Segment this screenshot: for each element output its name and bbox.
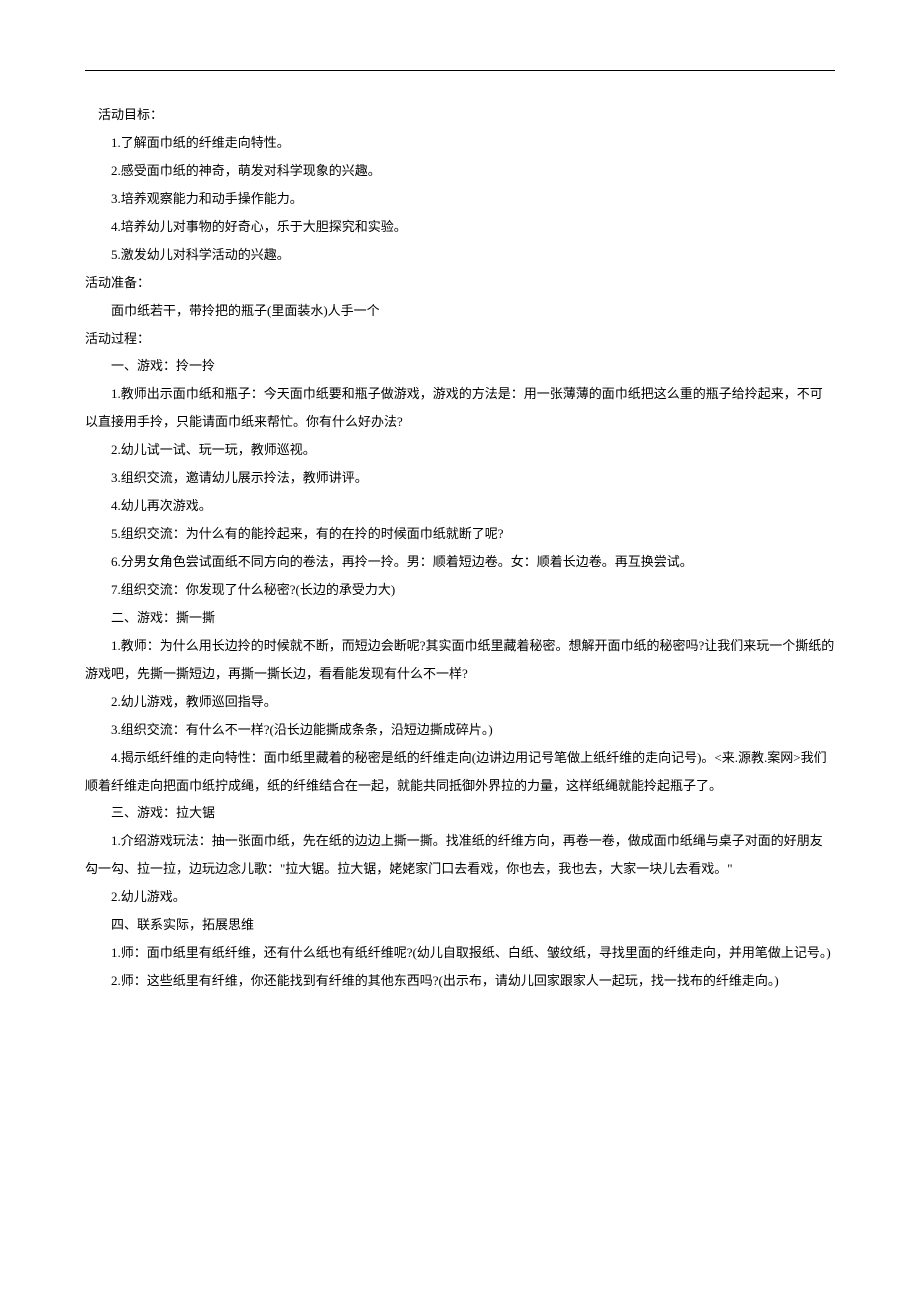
- part1-item-6: 6.分男女角色尝试面纸不同方向的卷法，再拎一拎。男：顺着短边卷。女：顺着长边卷。…: [85, 548, 835, 576]
- section2-title: 活动准备：: [85, 269, 835, 297]
- part4-item-2: 2.师：这些纸里有纤维，你还能找到有纤维的其他东西吗?(出示布，请幼儿回家跟家人…: [85, 967, 835, 995]
- part1-item-2: 2.幼儿试一试、玩一玩，教师巡视。: [85, 436, 835, 464]
- section1-title: 活动目标：: [85, 101, 835, 129]
- part2-item-3: 3.组织交流：有什么不一样?(沿长边能撕成条条，沿短边撕成碎片。): [85, 716, 835, 744]
- section2-item-1: 面巾纸若干，带拎把的瓶子(里面装水)人手一个: [85, 297, 835, 325]
- part3-item-1: 1.介绍游戏玩法：抽一张面巾纸，先在纸的边边上撕一撕。找准纸的纤维方向，再卷一卷…: [85, 827, 835, 883]
- part1-item-5: 5.组织交流：为什么有的能拎起来，有的在拎的时候面巾纸就断了呢?: [85, 520, 835, 548]
- part1-item-4: 4.幼儿再次游戏。: [85, 492, 835, 520]
- section1-item-5: 5.激发幼儿对科学活动的兴趣。: [85, 241, 835, 269]
- part3-title: 三、游戏：拉大锯: [85, 799, 835, 827]
- part2-item-2: 2.幼儿游戏，教师巡回指导。: [85, 688, 835, 716]
- section1-item-1: 1.了解面巾纸的纤维走向特性。: [85, 129, 835, 157]
- part2-title: 二、游戏：撕一撕: [85, 604, 835, 632]
- part4-title: 四、联系实际，拓展思维: [85, 911, 835, 939]
- part1-item-3: 3.组织交流，邀请幼儿展示拎法，教师讲评。: [85, 464, 835, 492]
- section1-item-3: 3.培养观察能力和动手操作能力。: [85, 185, 835, 213]
- part1-item-7: 7.组织交流：你发现了什么秘密?(长边的承受力大): [85, 576, 835, 604]
- section3-title: 活动过程：: [85, 325, 835, 353]
- part1-item-1: 1.教师出示面巾纸和瓶子：今天面巾纸要和瓶子做游戏，游戏的方法是：用一张薄薄的面…: [85, 380, 835, 436]
- part3-item-2: 2.幼儿游戏。: [85, 883, 835, 911]
- part4-item-1: 1.师：面巾纸里有纸纤维，还有什么纸也有纸纤维呢?(幼儿自取报纸、白纸、皱纹纸，…: [85, 939, 835, 967]
- section1-item-2: 2.感受面巾纸的神奇，萌发对科学现象的兴趣。: [85, 157, 835, 185]
- part2-item-4: 4.揭示纸纤维的走向特性：面巾纸里藏着的秘密是纸的纤维走向(边讲边用记号笔做上纸…: [85, 744, 835, 800]
- section1-item-4: 4.培养幼儿对事物的好奇心，乐于大胆探究和实验。: [85, 213, 835, 241]
- part1-title: 一、游戏：拎一拎: [85, 352, 835, 380]
- part2-item-1: 1.教师：为什么用长边拎的时候就不断，而短边会断呢?其实面巾纸里藏着秘密。想解开…: [85, 632, 835, 688]
- horizontal-rule: [85, 70, 835, 71]
